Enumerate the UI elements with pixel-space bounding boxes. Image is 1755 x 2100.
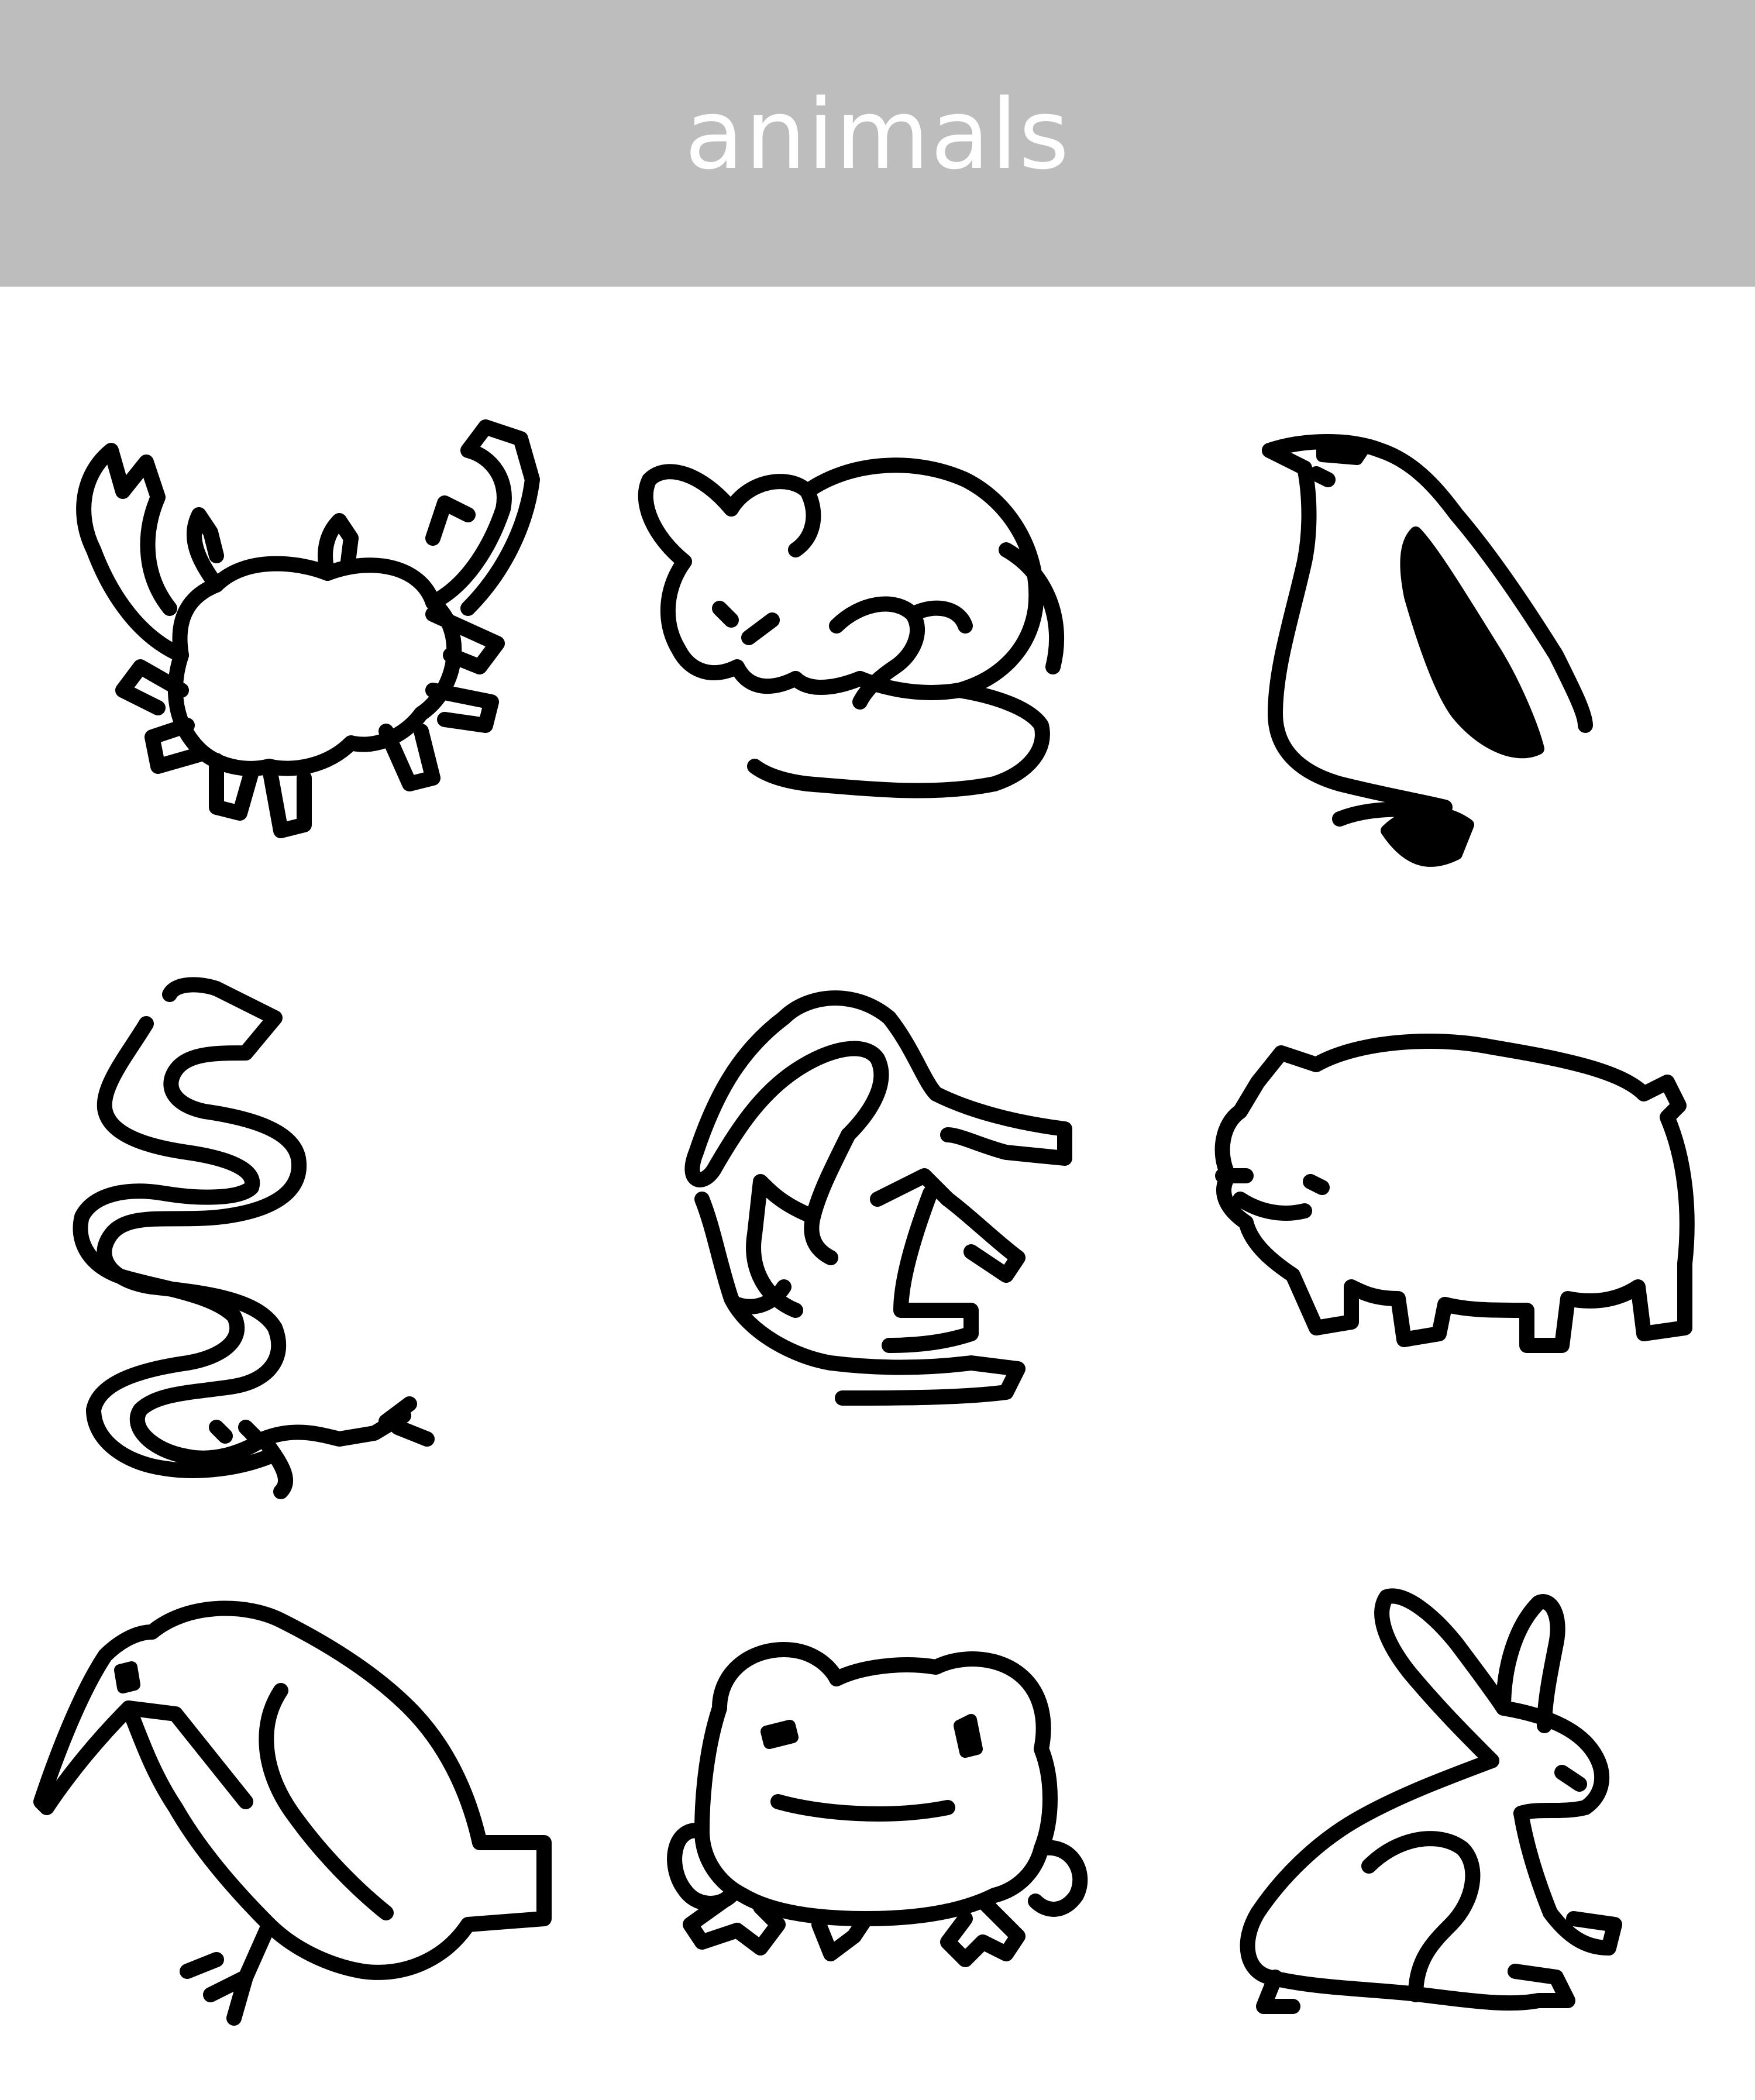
frog-icon xyxy=(585,1515,1170,2100)
kangaroo-icon xyxy=(562,901,1147,1486)
crow-icon xyxy=(23,1515,608,2100)
mouse-icon xyxy=(585,363,1170,948)
snake-icon xyxy=(23,936,608,1521)
crab-icon xyxy=(23,363,608,948)
rabbit-icon xyxy=(1164,1515,1749,2100)
icon-grid xyxy=(0,287,1755,2047)
bear-icon xyxy=(1164,936,1749,1521)
page-title: animals xyxy=(684,78,1071,191)
header-banner: animals xyxy=(0,0,1755,287)
penguin-icon xyxy=(1164,363,1749,948)
